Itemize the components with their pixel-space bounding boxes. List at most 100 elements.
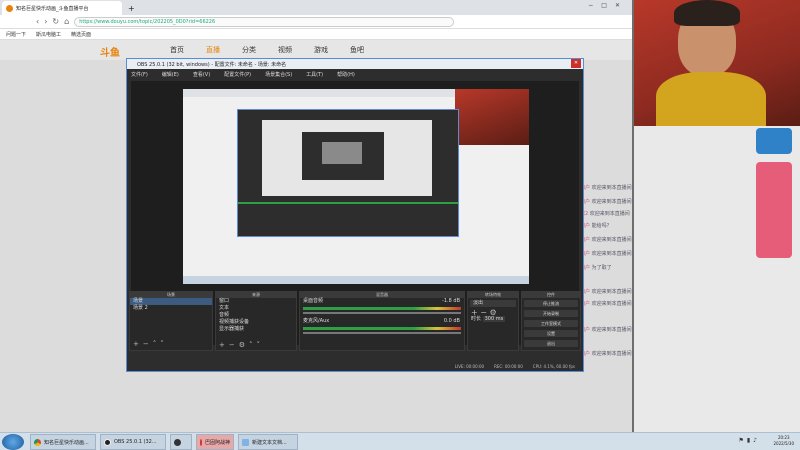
menu-file[interactable]: 文件(F)	[131, 71, 148, 78]
track-db: 0.0 dB	[443, 318, 460, 324]
forward-icon[interactable]: ›	[44, 17, 47, 26]
url-bar[interactable]: https://www.douyu.com/topic/202205_0D0?r…	[74, 16, 455, 27]
source-item[interactable]: 显示器捕获	[216, 326, 296, 333]
live-timer: LIVE: 00:00:00	[454, 363, 485, 369]
remove-icon[interactable]: −	[143, 340, 153, 348]
start-button[interactable]	[2, 434, 24, 450]
tab-label: 知名巨星快乐动画_斗鱼直播平台	[16, 5, 89, 12]
chat-line: 用户 能给吗？	[580, 223, 612, 229]
add-icon[interactable]: +	[219, 341, 229, 349]
streamer-camera	[634, 0, 800, 126]
back-icon[interactable]: ‹	[36, 17, 39, 26]
hair-shape	[674, 0, 740, 26]
bookmark-item[interactable]: 精选页面	[71, 31, 91, 38]
site-nav-category[interactable]: 分类	[242, 45, 256, 55]
start-recording-button[interactable]: 开始录制	[524, 310, 578, 317]
obs-window: OBS 25.0.1 (32 bit, windows) - 配置文件: 未命名…	[126, 58, 584, 372]
chat-line: 用户 欢迎来到本直播间	[580, 301, 632, 307]
source-item[interactable]: 文本	[216, 305, 296, 312]
scene-controls: +−˄˅	[133, 340, 168, 348]
scene-item[interactable]: 场景 2	[130, 305, 212, 312]
site-nav-game[interactable]: 游戏	[314, 45, 328, 55]
down-icon[interactable]: ˅	[160, 340, 168, 348]
menu-tools[interactable]: 工具(T)	[306, 71, 323, 78]
source-item[interactable]: 音频	[216, 312, 296, 319]
taskbar-item-notepad[interactable]: 新建文本文档...	[238, 434, 298, 450]
reload-icon[interactable]: ↻	[52, 17, 59, 26]
system-clock[interactable]: 20:23 2022/5/30	[773, 435, 794, 447]
promo-banner[interactable]	[756, 162, 792, 258]
recursive-screen-capture	[183, 89, 529, 284]
game-icon	[200, 438, 202, 446]
studio-mode-button[interactable]: 工作室模式	[524, 320, 578, 327]
menu-help[interactable]: 帮助(H)	[337, 71, 355, 78]
obs-close-icon[interactable]: ✕	[571, 59, 581, 68]
chat-line: 用户 欢迎来到本直播间	[580, 351, 632, 357]
scenes-dock: 场景 场景 场景 2 +−˄˅	[129, 291, 213, 351]
taskbar-label: 新建文本文档...	[252, 439, 287, 446]
minimize-icon[interactable]: −	[588, 2, 601, 9]
source-item[interactable]: 视频捕获设备	[216, 319, 296, 326]
down-icon[interactable]: ˅	[257, 341, 265, 349]
volume-slider[interactable]	[303, 332, 461, 334]
taskbar-item-obs[interactable]: OBS 25.0.1 (32...	[100, 434, 166, 450]
exit-button[interactable]: 退出	[524, 340, 578, 347]
controls-header: 控件	[522, 292, 580, 298]
promo-badge[interactable]	[756, 128, 792, 154]
taskbar-label: OBS 25.0.1 (32...	[114, 439, 157, 445]
new-tab-button[interactable]: +	[124, 1, 140, 15]
bookmarks-bar: 问题一下 斯瓜电脑工 精选页面	[0, 29, 632, 40]
gear-icon[interactable]: ⚙	[239, 341, 249, 349]
menu-scene-collection[interactable]: 场景集合(S)	[265, 71, 292, 78]
site-nav-live[interactable]: 直播	[206, 45, 220, 55]
tab-active[interactable]: 知名巨星快乐动画_斗鱼直播平台	[2, 1, 122, 15]
maximize-icon[interactable]: □	[601, 2, 615, 9]
source-controls: +−⚙˄˅	[219, 341, 264, 349]
settings-button[interactable]: 设置	[524, 330, 578, 337]
taskbar-item-game[interactable]: 巴固阿战神	[196, 434, 234, 450]
chat-line: 用户 欢迎来到本直播间	[580, 199, 632, 205]
home-icon[interactable]: ⌂	[64, 17, 69, 26]
transition-select[interactable]: 淡出	[470, 300, 516, 307]
flag-icon[interactable]: ⚑	[738, 437, 746, 444]
taskbar-item-app[interactable]	[170, 434, 192, 450]
remove-icon[interactable]: −	[229, 341, 239, 349]
menu-edit[interactable]: 编辑(E)	[162, 71, 179, 78]
obs-icon	[104, 438, 111, 446]
volume-slider[interactable]	[303, 312, 461, 314]
close-icon[interactable]: ✕	[615, 2, 628, 9]
site-logo[interactable]: 斗鱼	[100, 44, 120, 59]
window-controls: −□✕	[588, 2, 628, 9]
site-nav-video[interactable]: 视频	[278, 45, 292, 55]
up-icon[interactable]: ˄	[249, 341, 257, 349]
menu-view[interactable]: 查看(V)	[193, 71, 210, 78]
taskbar-item-browser[interactable]: 知名巨星快乐动画...	[30, 434, 96, 450]
inner-inner-preview	[322, 142, 362, 164]
duration-input[interactable]: 300 ms	[482, 316, 506, 322]
volume-icon[interactable]: ♪	[753, 437, 760, 444]
bookmark-item[interactable]: 斯瓜电脑工	[36, 31, 61, 38]
site-nav-yuba[interactable]: 鱼吧	[350, 45, 364, 55]
mixer-dock: 混音器 桌面音频 -1.8 dB 麦克风/Aux 0.0 dB	[299, 291, 465, 351]
inner-camera	[455, 89, 529, 145]
add-icon[interactable]: +	[133, 340, 143, 348]
obs-title: OBS 25.0.1 (32 bit, windows) - 配置文件: 未命名…	[137, 61, 287, 68]
audio-meter	[303, 327, 461, 330]
taskbar-label: 巴固阿战神	[204, 439, 230, 446]
site-nav: 首页 直播 分类 视频 游戏 鱼吧	[0, 40, 632, 60]
inner-taskbar	[183, 276, 529, 284]
chat-line: 鸢2 欢迎来到本直播间	[580, 211, 630, 217]
site-nav-home[interactable]: 首页	[170, 45, 184, 55]
bookmark-item[interactable]: 问题一下	[6, 31, 26, 38]
source-item[interactable]: 窗口	[216, 298, 296, 305]
menu-profile[interactable]: 配置文件(P)	[224, 71, 251, 78]
url-text: https://www.douyu.com/topic/202205_0D0?r…	[79, 18, 216, 25]
duration-row: 时长 300 ms	[468, 316, 518, 323]
inner-obs-window	[237, 109, 459, 237]
inner-obs-preview	[262, 120, 432, 196]
stop-streaming-button[interactable]: 停止推流	[524, 300, 578, 307]
scene-item[interactable]: 场景	[130, 298, 212, 305]
obs-status-bar: LIVE: 00:00:00 REC: 00:00:00 CPU: 4.1%, …	[127, 361, 583, 371]
transitions-header: 转场特效	[468, 292, 518, 298]
transition-controls: + − ⚙	[468, 309, 518, 317]
